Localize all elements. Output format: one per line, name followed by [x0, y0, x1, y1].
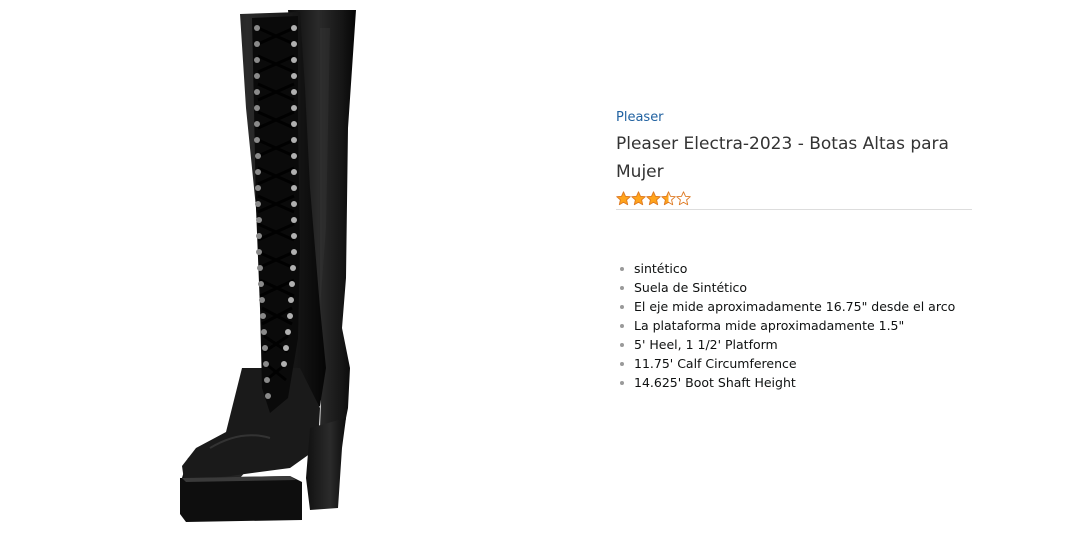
boot-image — [180, 10, 356, 522]
feature-text: El eje mide aproximadamente 16.75" desde… — [634, 299, 956, 314]
feature-bullet: La plataforma mide aproximadamente 1.5" — [616, 316, 1036, 335]
divider — [616, 209, 972, 210]
feature-text: La plataforma mide aproximadamente 1.5" — [634, 318, 905, 333]
star-full-icon — [646, 190, 661, 205]
feature-bullet: 11.75' Calf Circumference — [616, 354, 1036, 373]
star-half-icon — [661, 190, 676, 205]
product-title[interactable]: Pleaser Electra-2023 - Botas Altas para … — [616, 130, 972, 186]
feature-text: Suela de Sintético — [634, 280, 748, 295]
feature-text: 5' Heel, 1 1/2' Platform — [634, 337, 778, 352]
feature-bullet: 5' Heel, 1 1/2' Platform — [616, 335, 1036, 354]
feature-bullet: sintético — [616, 259, 1036, 278]
bullet-dot-icon — [620, 343, 624, 347]
star-full-icon — [616, 190, 631, 205]
star-rating[interactable] — [616, 189, 972, 207]
feature-text: 11.75' Calf Circumference — [634, 356, 797, 371]
bullet-dot-icon — [620, 267, 624, 271]
star-full-icon — [631, 190, 646, 205]
feature-text: sintético — [634, 261, 688, 276]
feature-bullet: El eje mide aproximadamente 16.75" desde… — [616, 297, 1036, 316]
product-image[interactable] — [170, 8, 370, 528]
brand-link[interactable]: Pleaser — [616, 109, 664, 126]
bullet-dot-icon — [620, 381, 624, 385]
feature-bullet: Suela de Sintético — [616, 278, 1036, 297]
bullet-dot-icon — [620, 305, 624, 309]
feature-bullets: sintético Suela de Sintético El eje mide a… — [616, 259, 1036, 392]
bullet-dot-icon — [620, 324, 624, 328]
bullet-dot-icon — [620, 362, 624, 366]
feature-text: 14.625' Boot Shaft Height — [634, 375, 796, 390]
star-empty-icon — [676, 190, 691, 205]
bullet-dot-icon — [620, 286, 624, 290]
product-info: Pleaser Pleaser Electra-2023 - Botas Alt… — [616, 106, 972, 210]
feature-bullet: 14.625' Boot Shaft Height — [616, 373, 1036, 392]
